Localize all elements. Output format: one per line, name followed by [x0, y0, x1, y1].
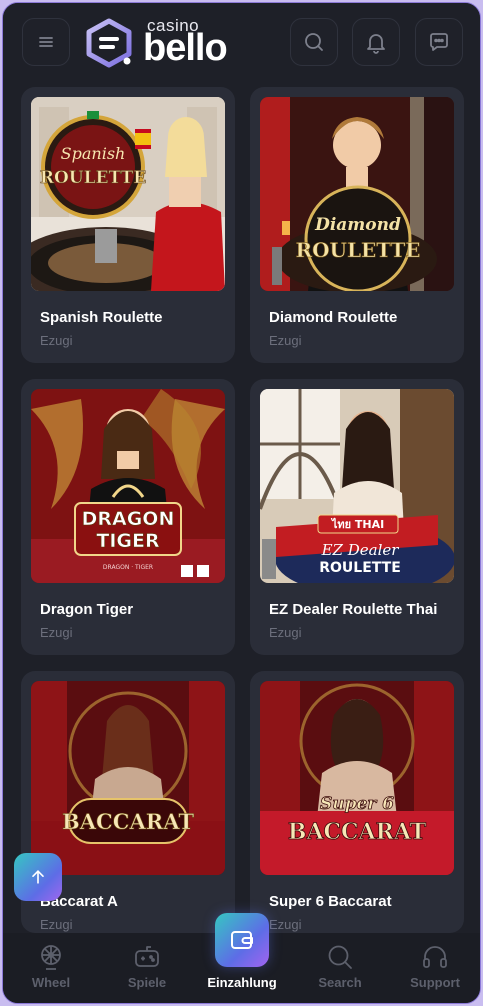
- game-provider: Ezugi: [269, 625, 302, 640]
- art-text: ROULETTE: [319, 560, 401, 576]
- top-header: casino bello: [3, 3, 480, 83]
- deposit-button[interactable]: [215, 913, 269, 967]
- search-button[interactable]: [290, 18, 338, 66]
- game-thumbnail[interactable]: Spanish ROULETTE: [31, 97, 225, 291]
- game-grid: Spanish ROULETTE Spanish Roulette Ezugi: [3, 83, 480, 933]
- game-thumbnail[interactable]: Super 6 BACCARAT: [260, 681, 454, 875]
- game-provider: Ezugi: [40, 333, 73, 348]
- nav-label: Support: [410, 975, 460, 990]
- art-text: ROULETTE: [40, 168, 146, 188]
- bell-icon: [367, 34, 385, 54]
- game-provider: Ezugi: [40, 917, 73, 932]
- game-title: Super 6 Baccarat: [269, 893, 392, 910]
- nav-item-support[interactable]: Support: [390, 943, 480, 990]
- game-card[interactable]: ไทย THAI EZ Dealer ROULETTE EZ Dealer Ro…: [250, 379, 464, 655]
- chat-icon: [430, 33, 448, 51]
- casino-bello-logo[interactable]: casino bello: [83, 15, 243, 71]
- baccarat-art: BACCARAT: [31, 681, 225, 875]
- art-text: BACCARAT: [288, 819, 427, 845]
- nav-item-search[interactable]: Search: [295, 943, 385, 990]
- search-icon: [305, 33, 323, 51]
- art-text: Super 6: [320, 794, 394, 814]
- nav-item-spiele[interactable]: Spiele: [102, 943, 192, 990]
- arrow-up-icon: [32, 870, 44, 884]
- art-text: ไทย THAI: [330, 517, 384, 531]
- brand-name: bello: [143, 27, 228, 69]
- game-provider: Ezugi: [40, 625, 73, 640]
- nav-label: Search: [318, 975, 362, 990]
- diamond-roulette-art: Diamond ROULETTE: [260, 97, 454, 291]
- art-text: BACCARAT: [62, 809, 194, 834]
- nav-item-wheel[interactable]: Wheel: [6, 943, 96, 990]
- game-thumbnail[interactable]: DRAGON · TIGER DRAGON TIGER: [31, 389, 225, 583]
- app-window: casino bello Spanish ROULETTE Spanish Ro…: [2, 2, 481, 1004]
- game-thumbnail[interactable]: Diamond ROULETTE: [260, 97, 454, 291]
- headset-icon: [423, 946, 447, 968]
- nav-label: Wheel: [31, 975, 71, 990]
- game-title: Diamond Roulette: [269, 309, 398, 326]
- chat-button[interactable]: [415, 18, 463, 66]
- brand-logo-mark: [86, 18, 132, 68]
- wheel-icon: [41, 945, 61, 970]
- menu-button[interactable]: [22, 18, 70, 66]
- scroll-to-top-button[interactable]: [14, 853, 62, 901]
- game-title: Dragon Tiger: [40, 601, 134, 618]
- game-provider: Ezugi: [269, 333, 302, 348]
- gamepad-icon: [135, 946, 159, 967]
- game-provider: Ezugi: [269, 917, 302, 932]
- art-text: EZ Dealer: [321, 541, 400, 559]
- game-thumbnail[interactable]: BACCARAT: [31, 681, 225, 875]
- game-card[interactable]: Spanish ROULETTE Spanish Roulette Ezugi: [21, 87, 235, 363]
- search-icon: [328, 945, 352, 969]
- art-text: ROULETTE: [295, 238, 420, 262]
- art-text: Spanish: [61, 144, 126, 163]
- game-card[interactable]: Diamond ROULETTE Diamond Roulette Ezugi: [250, 87, 464, 363]
- game-title: Spanish Roulette: [40, 309, 163, 326]
- spanish-roulette-art: Spanish ROULETTE: [31, 97, 225, 291]
- game-card[interactable]: Super 6 BACCARAT Super 6 Baccarat Ezugi: [250, 671, 464, 933]
- dragon-tiger-art: DRAGON · TIGER DRAGON TIGER: [31, 389, 225, 583]
- hamburger-icon: [39, 37, 53, 47]
- game-title: EZ Dealer Roulette Thai: [269, 601, 438, 618]
- notifications-button[interactable]: [352, 18, 400, 66]
- game-thumbnail[interactable]: ไทย THAI EZ Dealer ROULETTE: [260, 389, 454, 583]
- art-text: DRAGON: [82, 508, 175, 530]
- art-text: TIGER: [96, 530, 160, 552]
- deposit-label[interactable]: Einzahlung: [195, 975, 289, 990]
- art-text: Diamond: [314, 215, 401, 235]
- super-6-baccarat-art: Super 6 BACCARAT: [260, 681, 454, 875]
- wallet-icon: [231, 931, 253, 949]
- ez-dealer-roulette-thai-art: ไทย THAI EZ Dealer ROULETTE: [260, 389, 454, 583]
- game-card[interactable]: DRAGON · TIGER DRAGON TIGER Dragon Tiger…: [21, 379, 235, 655]
- svg-text:DRAGON · TIGER: DRAGON · TIGER: [103, 564, 153, 571]
- nav-label: Spiele: [127, 975, 167, 990]
